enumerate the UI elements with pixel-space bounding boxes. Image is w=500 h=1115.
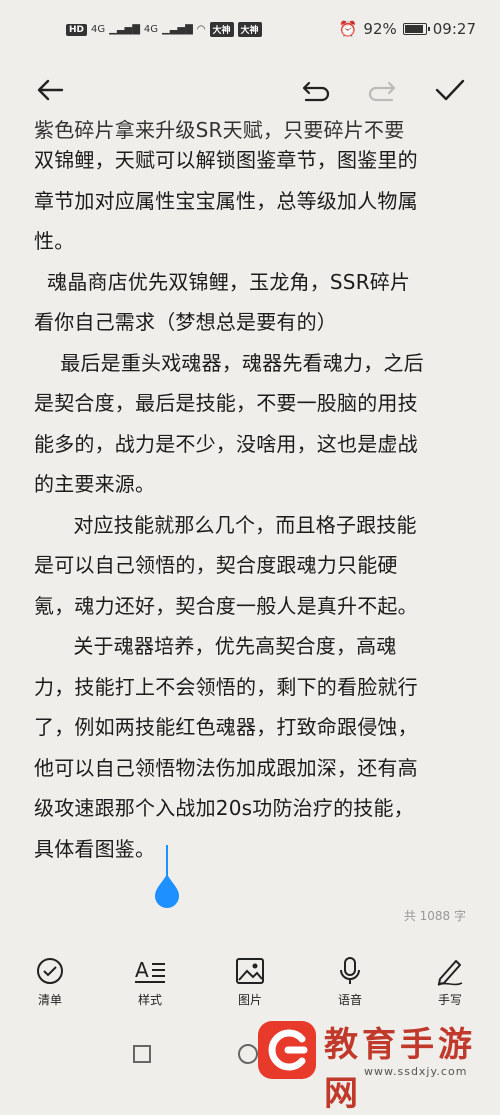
wifi-icon: ◠ <box>196 24 206 35</box>
image-button[interactable]: 图片 <box>215 955 285 1008</box>
text-line-partial: 紫色碎片拿来升级SR天赋，只要碎片不要 <box>34 118 405 140</box>
checklist-button[interactable]: 清单 <box>15 955 85 1008</box>
text-line: 最后是重头戏魂器，魂器先看魂力，之后 <box>34 350 424 375</box>
svg-text:A: A <box>135 958 149 982</box>
cursor-handle[interactable] <box>152 872 182 908</box>
battery-percent: 92% <box>363 20 397 38</box>
text-line: 是可以自己领悟的，契合度跟魂力只能硬 <box>34 553 398 577</box>
text-line: 魂晶商店优先双锦鲤，玉龙角，SSR碎片 <box>34 269 411 294</box>
back-arrow-icon[interactable] <box>32 72 68 108</box>
text-line: 章节加对应属性宝宝属性，总等级加人物属 <box>34 188 418 213</box>
alarm-icon: ⏰ <box>338 20 358 38</box>
status-bar: HD 4G ▁▃▅▇ 4G ▁▃▅▇ ◠ 大神 大神 ⏰ 92% 09:27 <box>0 0 500 62</box>
checklist-icon <box>37 958 63 984</box>
signal-bars-icon: ▁▃▅▇ <box>109 24 140 35</box>
app-badge: 大神 <box>209 22 234 37</box>
word-count: 共 1088 字 <box>403 909 466 923</box>
text-line: 具体看图鉴。 <box>34 836 156 861</box>
handwrite-button[interactable]: 手写 <box>415 955 485 1008</box>
signal-bars-icon: ▁▃▅▇ <box>162 24 193 35</box>
text-line: 看你自己需求（梦想总是要有的） <box>34 310 337 334</box>
text-line: 关于魂器培养，优先高契合度，高魂 <box>34 634 397 658</box>
battery-icon <box>402 23 430 35</box>
hd-badge: HD <box>66 23 88 36</box>
undo-icon[interactable] <box>298 72 334 108</box>
status-right: ⏰ 92% 09:27 <box>339 20 476 38</box>
text-line: 对应技能就那么几个，而且格子跟技能 <box>34 512 417 537</box>
voice-button[interactable]: 语音 <box>315 955 385 1008</box>
app-badge: 大神 <box>237 22 262 37</box>
status-left: HD 4G ▁▃▅▇ 4G ▁▃▅▇ ◠ 大神 大神 <box>66 22 262 37</box>
check-icon[interactable] <box>432 72 468 108</box>
recent-apps-button[interactable] <box>133 1045 151 1063</box>
style-button[interactable]: A 样式 <box>115 955 185 1008</box>
text-line: 的主要来源。 <box>34 472 156 496</box>
text-line: 级攻速跟那个入战加20s功防治疗的技能， <box>34 796 414 820</box>
note-text[interactable]: 双锦鲤，天赋可以解锁图鉴章节，图鉴里的 章节加对应属性宝宝属性，总等级加人物属 性。… <box>34 140 474 869</box>
note-editor[interactable]: 紫色碎片拿来升级SR天赋，只要碎片不要 双锦鲤，天赋可以解锁图鉴章节，图鉴里的章… <box>34 118 474 869</box>
pen-icon <box>437 960 463 986</box>
checklist-label: 清单 <box>37 993 62 1007</box>
text-line: 能多的，战力是不少，没啥用，这也是虚战 <box>34 431 418 456</box>
signal-4g-1: 4G <box>91 24 106 35</box>
site-watermark: 教育手游网 www.ssdxjy.com <box>252 1003 500 1114</box>
signal-4g-2: 4G <box>143 24 159 35</box>
text-line: 性。 <box>34 229 75 253</box>
clock: 09:27 <box>432 20 476 38</box>
text-style-icon: A <box>135 958 165 983</box>
text-line: 力，技能打上不会领悟的，剩下的看脸就行 <box>34 674 418 699</box>
watermark-logo-icon <box>258 1021 316 1079</box>
text-line: 是契合度，最后是技能，不要一股脑的用技 <box>34 391 418 415</box>
microphone-icon <box>340 957 360 984</box>
text-line: 了，例如两技能红色魂器，打致命跟侵蚀， <box>34 715 418 739</box>
style-label: 样式 <box>137 993 162 1007</box>
redo-icon[interactable] <box>364 72 400 108</box>
text-line: 双锦鲤，天赋可以解锁图鉴章节，图鉴里的 <box>34 148 418 172</box>
text-line: 他可以自己领悟物法伤加成跟加深，还有高 <box>34 755 418 780</box>
image-icon <box>236 958 264 984</box>
text-line: 氪，魂力还好，契合度一般人是真升不起。 <box>34 593 418 618</box>
watermark-url: www.ssdxjy.com <box>364 1065 468 1078</box>
